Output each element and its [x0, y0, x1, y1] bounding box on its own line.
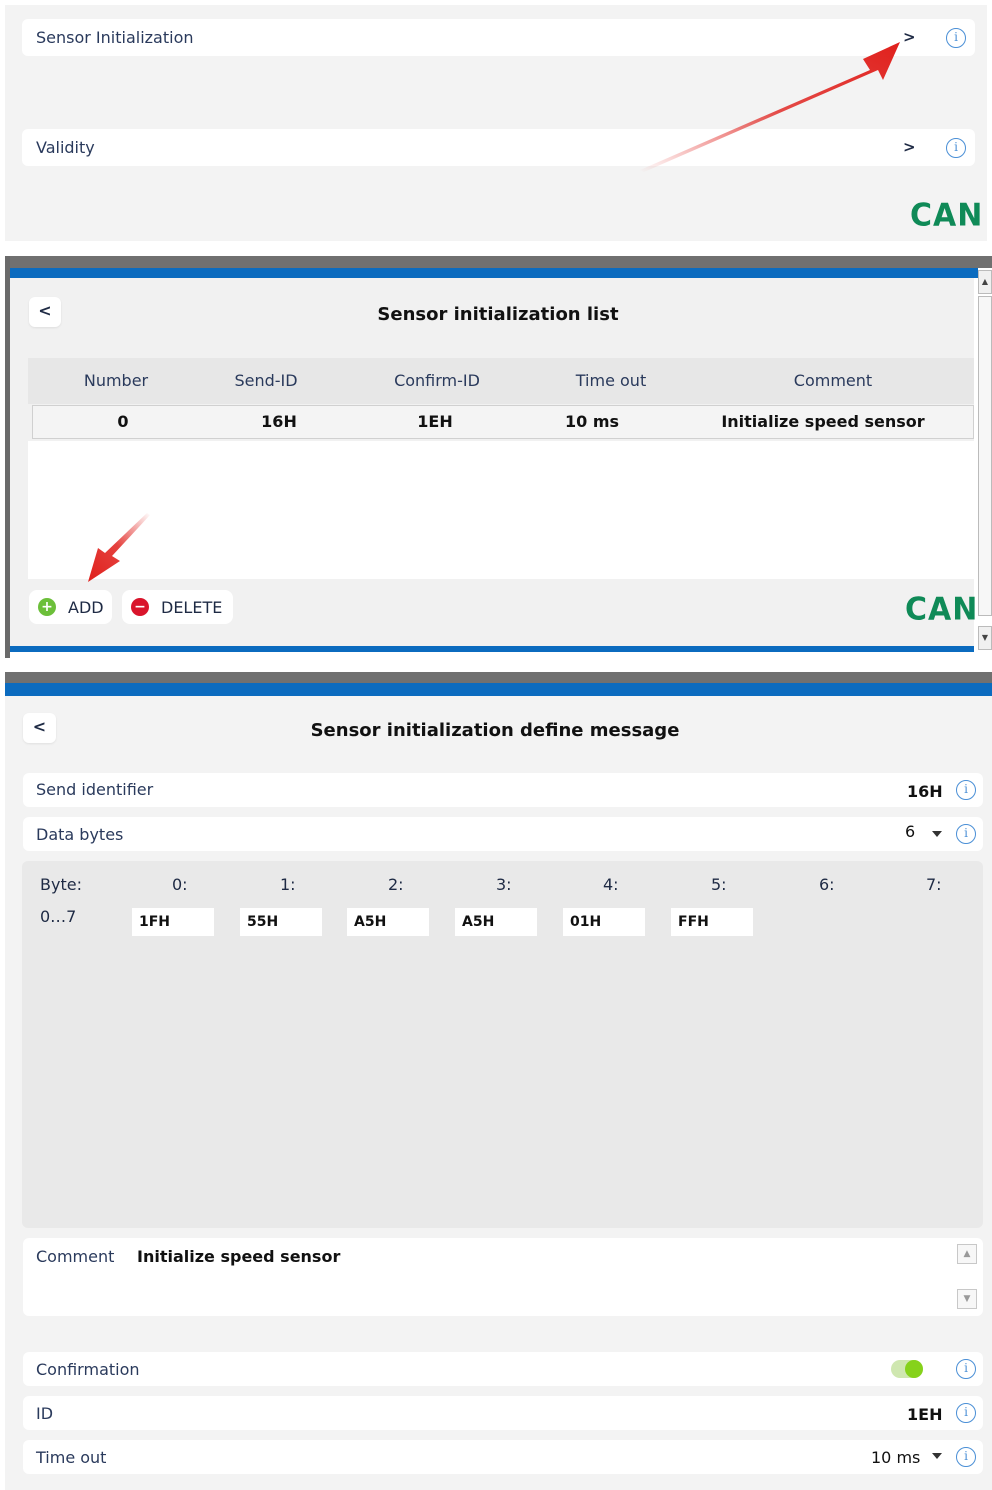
dialog-title: Sensor initialization list	[377, 304, 619, 325]
confirmation-toggle[interactable]	[891, 1360, 923, 1378]
table-header: Number Send-ID Confirm-ID Time out Comme…	[28, 358, 974, 404]
time-out-field[interactable]: Time out 10 ms i	[23, 1440, 983, 1474]
byte-index-2: 2:	[388, 875, 404, 894]
byte-index-5: 5:	[711, 875, 727, 894]
scrollbar-down[interactable]: ▼	[978, 626, 992, 650]
info-icon[interactable]: i	[956, 780, 976, 800]
id-label: ID	[36, 1404, 54, 1423]
annotation-arrow-icon	[88, 513, 150, 582]
byte-input-3[interactable]: A5H	[455, 908, 537, 936]
cell-number: 0	[117, 412, 129, 431]
info-icon[interactable]: i	[956, 1359, 976, 1379]
byte-index-6: 6:	[819, 875, 835, 894]
cell-comment: Initialize speed sensor	[721, 412, 925, 431]
add-label: ADD	[68, 597, 104, 617]
info-icon[interactable]: i	[956, 1403, 976, 1423]
table-empty-area	[28, 441, 974, 579]
column-header-number[interactable]: Number	[63, 358, 169, 404]
cell-time-out: 10 ms	[564, 412, 620, 431]
dialog-bottom-accent	[10, 646, 974, 652]
send-identifier-field[interactable]: Send identifier 16H i	[23, 773, 983, 807]
dialog-top-accent	[10, 268, 978, 278]
comment-input[interactable]: Initialize speed sensor	[137, 1247, 340, 1266]
data-bytes-label: Data bytes	[36, 825, 124, 844]
back-button[interactable]: <	[23, 713, 56, 743]
dialog-top-frame	[5, 256, 992, 268]
byte-input-1[interactable]: 55H	[240, 908, 322, 936]
byte-range-label: 0…7	[40, 907, 77, 926]
delete-label: DELETE	[161, 597, 223, 617]
info-icon[interactable]: i	[956, 1447, 976, 1467]
can-logo: CAN	[910, 197, 984, 234]
validity-label: Validity	[36, 138, 95, 157]
confirmation-field[interactable]: Confirmation i	[23, 1352, 983, 1386]
plus-icon: +	[38, 598, 56, 616]
sensor-init-list-dialog: < Sensor initialization list Number Send…	[5, 256, 992, 658]
id-value[interactable]: 1EH	[907, 1405, 942, 1424]
dialog-top-accent	[5, 683, 992, 696]
time-out-label: Time out	[36, 1448, 107, 1467]
send-identifier-value[interactable]: 16H	[907, 782, 943, 801]
byte-input-4[interactable]: 01H	[563, 908, 645, 936]
cell-confirm-id: 1EH	[417, 412, 453, 431]
sensor-init-define-dialog: < Sensor initialization define message S…	[5, 672, 992, 1490]
minus-icon: −	[131, 598, 149, 616]
info-icon[interactable]: i	[946, 28, 966, 48]
byte-index-3: 3:	[496, 875, 512, 894]
delete-button[interactable]: − DELETE	[122, 590, 233, 624]
send-identifier-label: Send identifier	[36, 780, 154, 799]
info-icon[interactable]: i	[946, 138, 966, 158]
chevron-down-icon[interactable]	[932, 1453, 942, 1459]
comment-field[interactable]: Comment Initialize speed sensor ▲ ▼	[23, 1238, 983, 1316]
comment-label: Comment	[36, 1247, 115, 1266]
id-field[interactable]: ID 1EH i	[23, 1396, 983, 1430]
data-bytes-field[interactable]: Data bytes 6 i	[23, 817, 983, 851]
column-header-confirm-id[interactable]: Confirm-ID	[379, 358, 495, 404]
scrollbar-up[interactable]: ▲	[978, 270, 992, 294]
byte-index-1: 1:	[280, 875, 296, 894]
sensor-initialization-label: Sensor Initialization	[36, 28, 194, 47]
back-button[interactable]: <	[29, 297, 61, 327]
table-row[interactable]: 0 16H 1EH 10 ms Initialize speed sensor	[32, 405, 974, 439]
column-header-send-id[interactable]: Send-ID	[213, 358, 319, 404]
byte-index-7: 7:	[926, 875, 942, 894]
byte-index-0: 0:	[172, 875, 188, 894]
byte-input-2[interactable]: A5H	[347, 908, 429, 936]
byte-input-0[interactable]: 1FH	[132, 908, 214, 936]
scrollbar-track[interactable]	[978, 296, 992, 616]
can-logo: CAN	[905, 591, 979, 628]
byte-label: Byte:	[40, 875, 82, 894]
scroll-down-button[interactable]: ▼	[957, 1289, 977, 1309]
chevron-down-icon[interactable]	[932, 831, 942, 837]
time-out-value[interactable]: 10 ms	[871, 1448, 920, 1467]
cell-send-id: 16H	[261, 412, 297, 431]
add-button[interactable]: + ADD	[29, 590, 112, 624]
info-icon[interactable]: i	[956, 824, 976, 844]
annotation-arrow-icon	[640, 42, 900, 172]
confirmation-label: Confirmation	[36, 1360, 140, 1379]
dialog-title: Sensor initialization define message	[310, 720, 680, 741]
column-header-comment[interactable]: Comment	[748, 358, 918, 404]
byte-index-4: 4:	[603, 875, 619, 894]
column-header-time-out[interactable]: Time out	[558, 358, 664, 404]
data-bytes-grid: Byte: 0…7 0: 1: 2: 3: 4: 5: 6: 7: 1FH 55…	[22, 861, 983, 1228]
scroll-up-button[interactable]: ▲	[957, 1244, 977, 1264]
data-bytes-value[interactable]: 6	[905, 822, 915, 841]
byte-input-5[interactable]: FFH	[671, 908, 753, 936]
toggle-knob	[905, 1360, 923, 1378]
dialog-top-frame	[5, 672, 992, 683]
